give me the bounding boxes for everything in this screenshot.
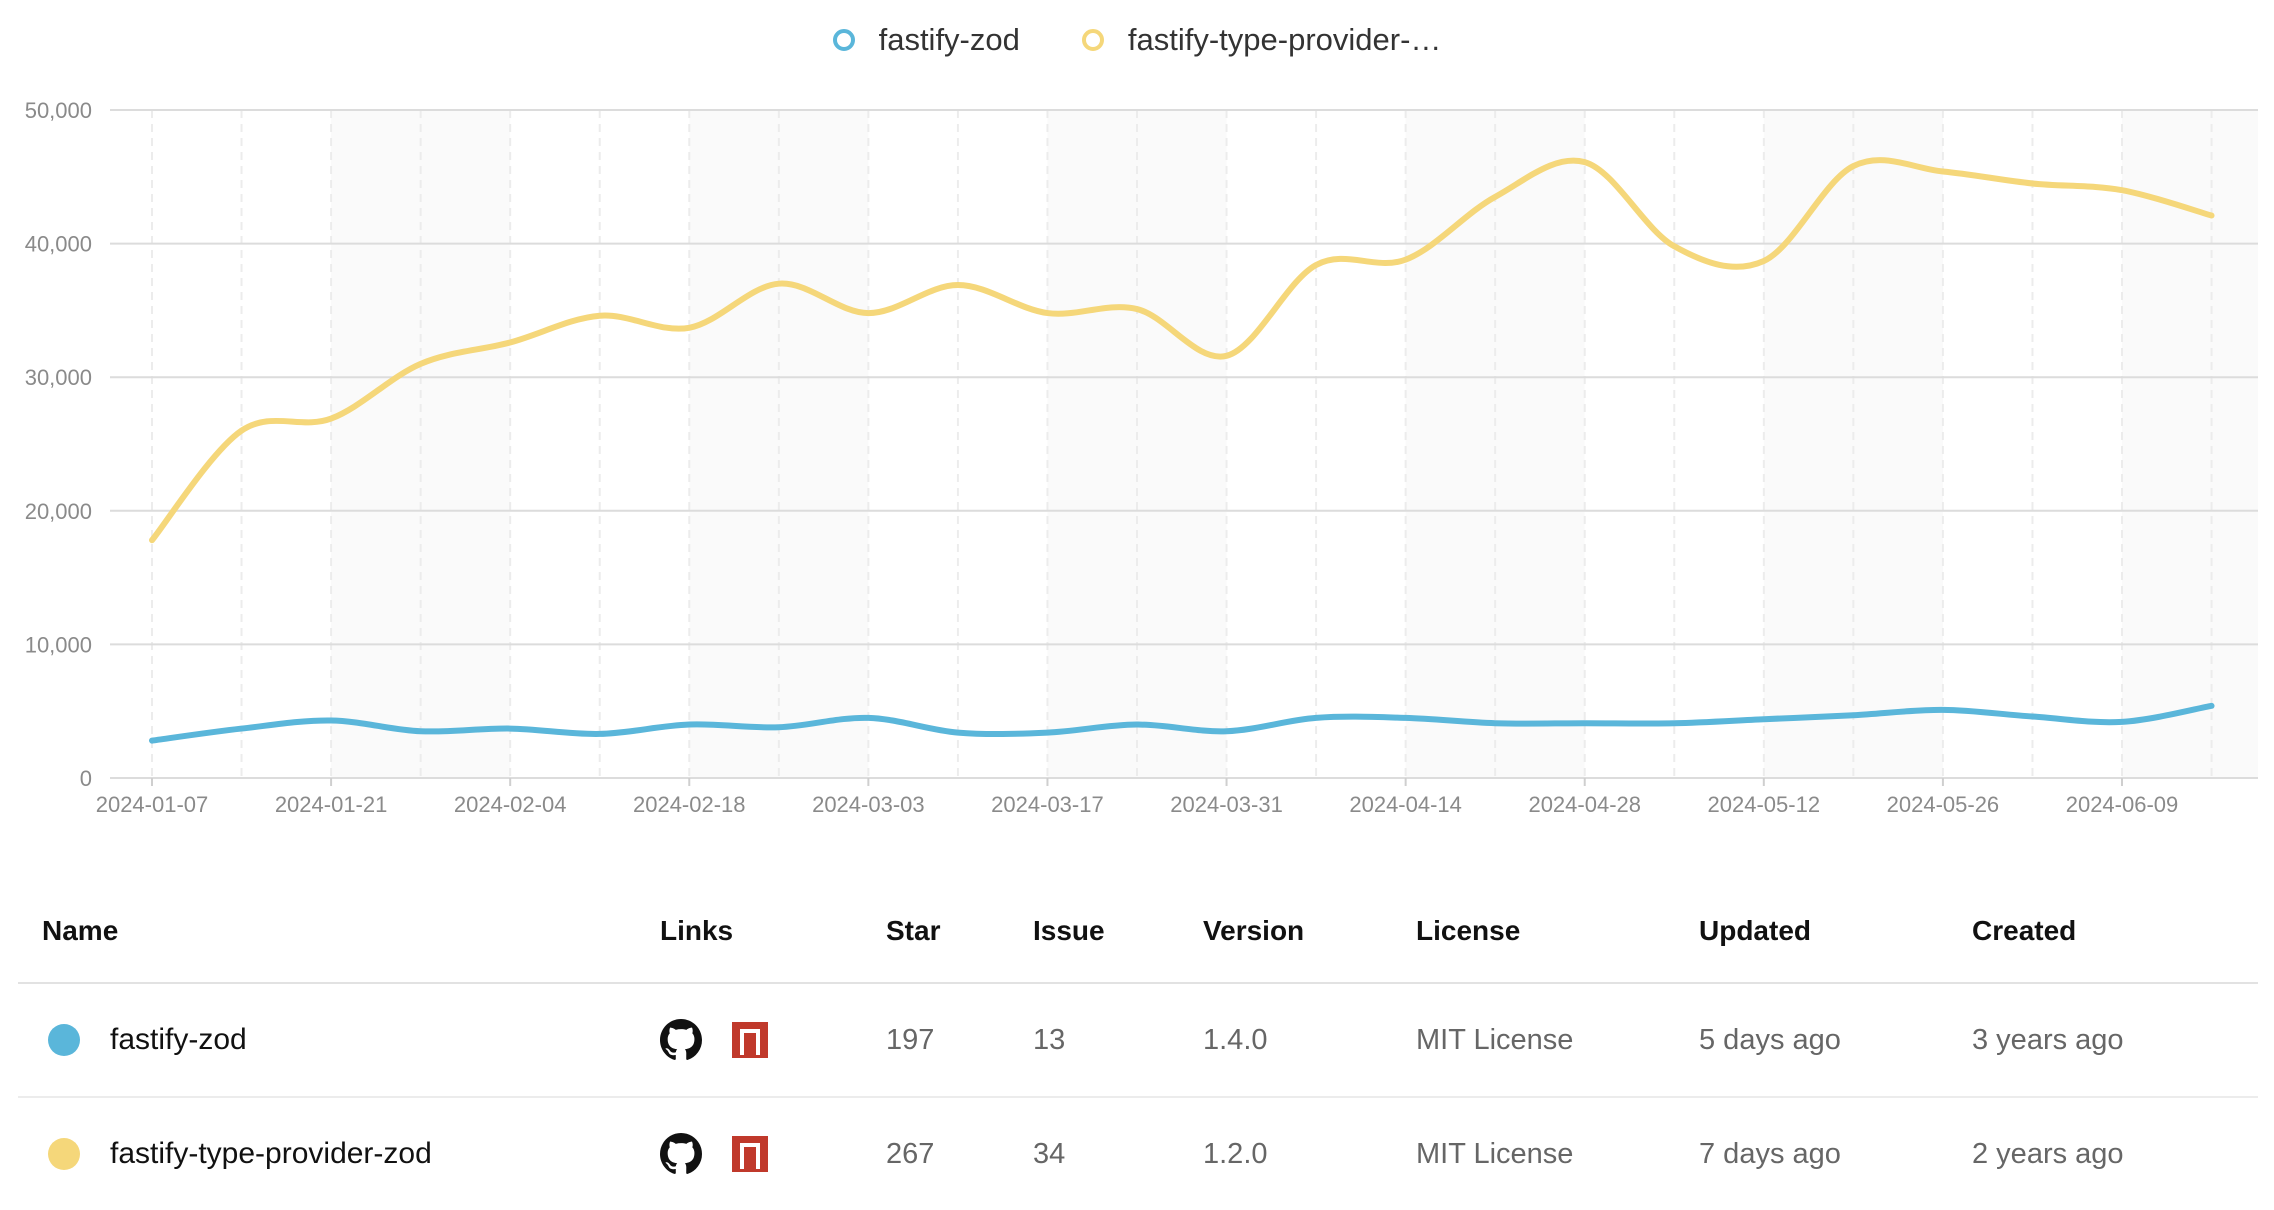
x-tick-label: 2024-01-07 xyxy=(96,792,209,817)
header-version: Version xyxy=(1203,915,1305,946)
line-chart: 0 10,000 20,000 30,000 40,000 50,000 2024-01-0… xyxy=(0,80,2274,840)
legend-label: fastify-type-provider-… xyxy=(1127,22,1442,57)
y-tick-label: 0 xyxy=(80,766,92,791)
x-tick-label: 2024-05-12 xyxy=(1708,792,1821,817)
x-tick-label: 2024-01-21 xyxy=(275,792,388,817)
x-tick-label: 2024-02-04 xyxy=(454,792,567,817)
color-dot xyxy=(48,1138,80,1170)
x-tick-label: 2024-05-26 xyxy=(1887,792,2000,817)
links-cell xyxy=(660,1133,886,1175)
header-star: Star xyxy=(886,915,941,946)
license-cell: MIT License xyxy=(1416,1023,1574,1056)
name-cell: fastify-type-provider-zod xyxy=(18,1137,660,1171)
updated-cell: 5 days ago xyxy=(1699,1023,1841,1056)
x-tick-label: 2024-03-03 xyxy=(812,792,925,817)
version-cell: 1.2.0 xyxy=(1203,1137,1268,1170)
header-updated: Updated xyxy=(1699,915,1811,946)
legend-item-fastify-type-provider-zod[interactable]: fastify-type-provider-… xyxy=(1081,22,1442,58)
npm-icon[interactable] xyxy=(732,1022,768,1058)
created-cell: 3 years ago xyxy=(1972,1023,2124,1056)
color-dot xyxy=(48,1024,80,1056)
line-chart-svg: 0 10,000 20,000 30,000 40,000 50,000 2024-01-0… xyxy=(25,98,2258,817)
updated-cell: 7 days ago xyxy=(1699,1137,1841,1170)
x-tick-label: 2024-03-17 xyxy=(991,792,1104,817)
x-tick-label: 2024-04-14 xyxy=(1349,792,1462,817)
legend-item-fastify-zod[interactable]: fastify-zod xyxy=(832,22,1020,58)
header-created: Created xyxy=(1972,915,2077,946)
links-cell xyxy=(660,1019,886,1061)
y-tick-label: 20,000 xyxy=(25,499,92,524)
x-tick-label: 2024-06-09 xyxy=(2066,792,2179,817)
issue-cell: 34 xyxy=(1033,1137,1066,1170)
github-icon[interactable] xyxy=(660,1019,702,1061)
x-tick-label: 2024-02-18 xyxy=(633,792,746,817)
y-tick-label: 40,000 xyxy=(25,232,92,257)
issue-cell: 13 xyxy=(1033,1023,1066,1056)
package-table: Name Links Star Issue Version License Up… xyxy=(18,880,2258,1210)
table-header: Name Links Star Issue Version License Up… xyxy=(18,880,2258,984)
header-name: Name xyxy=(42,915,119,946)
header-license: License xyxy=(1416,915,1521,946)
package-name: fastify-type-provider-zod xyxy=(110,1137,432,1170)
name-cell: fastify-zod xyxy=(18,1023,660,1057)
header-issue: Issue xyxy=(1033,915,1105,946)
table-row: fastify-type-provider-zod 267 34 1.2.0 M… xyxy=(18,1098,2258,1210)
star-cell: 267 xyxy=(886,1137,935,1170)
header-links: Links xyxy=(660,915,734,946)
created-cell: 2 years ago xyxy=(1972,1137,2124,1170)
version-cell: 1.4.0 xyxy=(1203,1023,1268,1056)
package-name: fastify-zod xyxy=(110,1023,247,1056)
x-tick-label: 2024-03-31 xyxy=(1170,792,1283,817)
y-tick-label: 10,000 xyxy=(25,632,92,657)
x-tick-label: 2024-04-28 xyxy=(1528,792,1641,817)
legend-marker-fastify-zod xyxy=(832,29,855,51)
star-cell: 197 xyxy=(886,1023,935,1056)
legend-label: fastify-zod xyxy=(878,22,1020,57)
table-row: fastify-zod 197 13 1.4.0 MIT License 5 d… xyxy=(18,984,2258,1098)
y-tick-label: 50,000 xyxy=(25,98,92,123)
npm-icon[interactable] xyxy=(732,1136,768,1172)
legend-marker-fastify-type-provider-zod xyxy=(1081,29,1104,51)
y-tick-label: 30,000 xyxy=(25,365,92,390)
github-icon[interactable] xyxy=(660,1133,702,1175)
chart-legend: fastify-zod fastify-type-provider-… xyxy=(0,22,2274,58)
license-cell: MIT License xyxy=(1416,1137,1574,1170)
